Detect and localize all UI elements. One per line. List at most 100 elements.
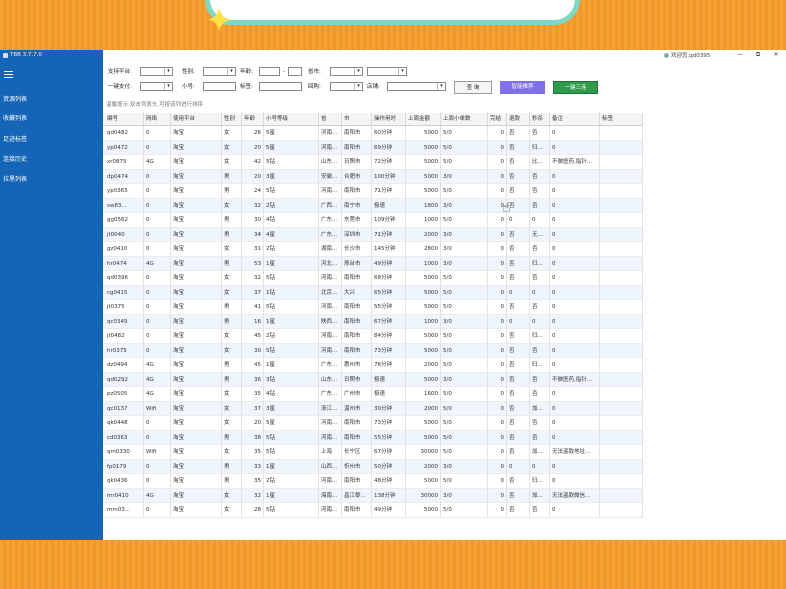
table-row[interactable]: qk0448 0 淘宝女 20 5星 河南... 南阳市 73分钟 5000 5/0 0 否否 0 bbox=[103, 416, 643, 431]
table-cell: 34 bbox=[242, 227, 264, 242]
table-cell: 5000 bbox=[406, 503, 441, 518]
sidebar-item-resources[interactable]: 资源列表 bbox=[0, 92, 103, 108]
history-select[interactable]: ▾ bbox=[330, 82, 363, 91]
gender-select[interactable]: ▾ bbox=[203, 67, 236, 76]
table-cell: 否 bbox=[530, 126, 550, 141]
history-label: 回购: bbox=[308, 84, 321, 90]
table-cell: 5/0 bbox=[441, 358, 488, 373]
table-cell bbox=[600, 372, 643, 387]
table-cell: 4G bbox=[144, 155, 171, 170]
table-cell: 南阳市 bbox=[342, 140, 372, 155]
table-row[interactable]: dz0494 4G 淘宝男 45 1星 广东... 惠州市 76分钟 2000 5/0 0 否归...… bbox=[103, 358, 643, 373]
hamburger-menu-icon[interactable] bbox=[4, 71, 13, 78]
table-row[interactable]: mm03... 0 淘宝女 28 5钻 河南... 南阳市 49分钟 5000 5/0 0 否否 0 bbox=[103, 503, 643, 518]
table-row[interactable]: yp0472 0 淘宝女 20 5星 河南... 南阳市 69分钟 5000 5/0 0 否归... 0 bbox=[103, 140, 643, 155]
column-header[interactable]: 上周金额 bbox=[406, 113, 441, 126]
column-header[interactable]: 编号 bbox=[105, 113, 144, 126]
column-header[interactable]: 操作用时 bbox=[372, 113, 406, 126]
one-key-button[interactable]: 一键三连 bbox=[553, 81, 598, 94]
table-cell: 0 bbox=[144, 227, 171, 242]
sidebar-item-favorites[interactable]: 收藏列表 bbox=[0, 111, 103, 127]
column-header[interactable]: 退款 bbox=[507, 113, 530, 126]
table-cell: 20 bbox=[242, 416, 264, 431]
main-content: 欢迎您,qd0395 — ⧉ ✕ 支持平台: ▾ 性别: ▾ 年龄: - 省市:… bbox=[103, 50, 786, 540]
table-row[interactable]: sw83... 0 淘宝女 32 2钻 广西... 南宁市 极速 1800 3/0 0 否否 0 bbox=[103, 198, 643, 213]
table-row[interactable]: gz0410 0 淘宝女 31 2钻 湖南... 长沙市 145分钟 2800 3/0 0 否否 0 bbox=[103, 242, 643, 257]
column-header[interactable]: 性别 bbox=[222, 113, 242, 126]
table-cell: 无法盗款地址... bbox=[550, 445, 600, 460]
table-row[interactable]: hr0474 4G 淘宝男 53 1星 河北... 邢台市 49分钟 1000 3/0 0 否归...… bbox=[103, 256, 643, 271]
maximize-button[interactable]: ⧉ bbox=[752, 50, 764, 60]
table-row[interactable]: qd0482 0 淘宝女 26 5星 河南... 南阳市 60分钟 5000 5/0 0 否否 0 bbox=[103, 126, 643, 141]
table-row[interactable]: jt0040 0 淘宝男 34 4星 广东... 深圳市 71分钟 2000 3/0 0 否无... 0 bbox=[103, 227, 643, 242]
column-header[interactable]: 完结 bbox=[488, 113, 507, 126]
table-row[interactable]: dp0474 0 淘宝男 20 3星 安徽... 合肥市 100分钟 5000 3/0 0 否否 0 bbox=[103, 169, 643, 184]
query-button[interactable]: 查 询 bbox=[454, 81, 492, 94]
table-cell: 5/0 bbox=[441, 430, 488, 445]
table-cell: 5000 bbox=[406, 416, 441, 431]
sidebar-item-history[interactable]: 连接历史 bbox=[0, 152, 103, 168]
age-max-input[interactable] bbox=[288, 67, 302, 76]
table-row[interactable]: mr0410 4G 淘宝女 32 1星 海南... 昌江黎... 138分钟 30000 3/0 0… bbox=[103, 488, 643, 503]
table-row[interactable]: jt0375 0 淘宝男 41 5钻 河南... 南阳市 55分钟 5000 5/0 0 否否 0 bbox=[103, 300, 643, 315]
column-header[interactable]: 使用平台 bbox=[171, 113, 222, 126]
table-row[interactable]: gg0562 0 淘宝男 30 4钻 广东... 东莞市 109分钟 1000 5/0 0 0 0 0 bbox=[103, 213, 643, 228]
sidebar-item-blacklist[interactable]: 拉黑列表 bbox=[0, 172, 103, 188]
table-cell: 淘宝 bbox=[171, 387, 222, 402]
table-cell bbox=[600, 503, 643, 518]
table-row[interactable]: qm0330 Wifi 淘宝女 35 5钻 上海 长宁区 67分钟 30000 5/0 0 否加...… bbox=[103, 445, 643, 460]
column-header[interactable]: 标签 bbox=[600, 113, 643, 126]
platform-select[interactable]: ▾ bbox=[140, 67, 173, 76]
table-cell: 5000 bbox=[406, 329, 441, 344]
table-row[interactable]: fp0179 0 淘宝男 33 1星 山西... 忻州市 50分钟 2000 3/0 0 0 0 0 bbox=[103, 459, 643, 474]
small-account-input[interactable] bbox=[203, 82, 236, 91]
table-cell: 0 bbox=[550, 459, 600, 474]
city-select[interactable]: ▾ bbox=[367, 67, 407, 76]
table-row[interactable]: hr0375 0 淘宝女 30 5钻 河南... 南阳市 73分钟 5000 5/0 0 否否 0 bbox=[103, 343, 643, 358]
table-cell: jt0040 bbox=[105, 227, 144, 242]
column-header[interactable]: 秒杀 bbox=[530, 113, 550, 126]
tag-input[interactable] bbox=[259, 82, 302, 91]
app-title-text: TBB 3.7.7.0 bbox=[10, 52, 42, 58]
table-row[interactable]: yp0365 0 淘宝男 24 5钻 河南... 南阳市 71分钟 5000 5/0 0 否否 0 bbox=[103, 184, 643, 199]
sidebar-item-footprints[interactable]: 足迹标签 bbox=[0, 132, 103, 148]
age-min-input[interactable] bbox=[259, 67, 280, 76]
table-cell: 否 bbox=[507, 358, 530, 373]
table-row[interactable]: qk0436 0 淘宝男 35 2钻 河南... 南阳市 48分钟 5000 5/0 0 否归... 0 bbox=[103, 474, 643, 489]
column-header[interactable]: 省 bbox=[319, 113, 342, 126]
province-select[interactable]: ▾ bbox=[330, 67, 363, 76]
table-row[interactable]: xr0875 4G 淘宝女 42 5钻 山东... 日照市 72分钟 5000 5/0 0 否比...… bbox=[103, 155, 643, 170]
shop-select[interactable]: ▾ bbox=[387, 82, 446, 91]
table-row[interactable]: cd0363 0 淘宝男 38 5钻 河南... 南阳市 55分钟 5000 5/0 0 否否 0 bbox=[103, 430, 643, 445]
column-header[interactable]: 市 bbox=[342, 113, 372, 126]
smart-recommend-button[interactable]: 智能推荐 bbox=[500, 81, 545, 94]
table-cell: 0 bbox=[488, 416, 507, 431]
table-row[interactable]: qd0396 0 淘宝女 32 5钻 河南... 南阳市 68分钟 5000 5/0 0 否否 0 bbox=[103, 271, 643, 286]
table-cell: 广东... bbox=[319, 227, 342, 242]
table-cell: 否 bbox=[507, 503, 530, 518]
column-header[interactable]: 上周小单数 bbox=[441, 113, 488, 126]
table-cell: 5000 bbox=[406, 140, 441, 155]
table-row[interactable]: jt0482 0 淘宝女 45 2钻 河南... 南阳市 84分钟 5000 5/0 0 否归... 0 bbox=[103, 329, 643, 344]
table-cell: 0 bbox=[550, 126, 600, 141]
payment-select[interactable]: ▾ bbox=[140, 82, 173, 91]
table-cell: 不做医药,指针... bbox=[550, 372, 600, 387]
table-row[interactable]: qd0292 4G 淘宝男 36 3钻 山东... 日照市 极速 5000 3/0 0 否否不做医药,… bbox=[103, 372, 643, 387]
table-cell: 42 bbox=[242, 155, 264, 170]
column-header[interactable]: 备注 bbox=[550, 113, 600, 126]
table-row[interactable]: cg0415 0 淘宝女 37 1钻 北京... 大兴 65分钟 5000 5/0 0 0 0 0 bbox=[103, 285, 643, 300]
table-cell: 109分钟 bbox=[372, 213, 406, 228]
column-header[interactable]: 小号等级 bbox=[264, 113, 319, 126]
table-cell: 海南... bbox=[319, 488, 342, 503]
table-cell bbox=[600, 155, 643, 170]
column-header[interactable]: 年龄 bbox=[242, 113, 264, 126]
minimize-button[interactable]: — bbox=[734, 50, 746, 60]
table-row[interactable]: qc0349 0 淘宝男 16 1星 陕西... 南阳市 67分钟 1000 3/0 0 0 0 0 bbox=[103, 314, 643, 329]
table-row[interactable]: pz0505 4G 淘宝女 35 4钻 广东... 广州市 极速 1600 5/0 0 否否 0 bbox=[103, 387, 643, 402]
table-cell: 南宁市 bbox=[342, 198, 372, 213]
close-button[interactable]: ✕ bbox=[770, 50, 782, 60]
column-header[interactable]: 网络 bbox=[144, 113, 171, 126]
table-row[interactable]: qc0137 Wifi 淘宝女 37 3星 浙江... 温州市 30分钟 2000 5/0 0 否加.… bbox=[103, 401, 643, 416]
table-cell: cd0363 bbox=[105, 430, 144, 445]
table-cell: 否 bbox=[507, 140, 530, 155]
